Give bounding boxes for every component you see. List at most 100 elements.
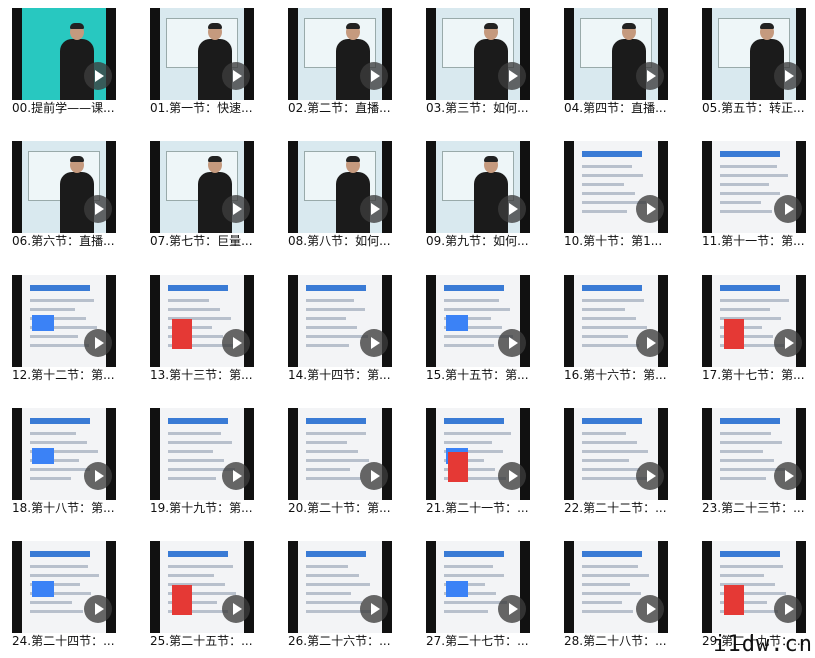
video-thumbnail[interactable] [702, 8, 806, 100]
video-title: 22.第二十二节：... [564, 501, 667, 515]
video-item[interactable]: 25.第二十五节：... [138, 533, 258, 658]
play-icon[interactable] [498, 329, 526, 357]
video-item[interactable]: 08.第八节：如何... [276, 133, 396, 258]
play-icon[interactable] [498, 595, 526, 623]
video-item[interactable]: 10.第十节：第1... [552, 133, 672, 258]
video-item[interactable]: 03.第三节：如何... [414, 0, 534, 125]
play-icon[interactable] [222, 195, 250, 223]
video-item[interactable]: 09.第九节：如何... [414, 133, 534, 258]
play-icon[interactable] [498, 62, 526, 90]
video-item[interactable]: 28.第二十八节：... [552, 533, 672, 658]
play-icon[interactable] [84, 195, 112, 223]
video-thumbnail[interactable] [12, 541, 116, 633]
video-item[interactable]: 01.第一节：快速... [138, 0, 258, 125]
slide-text-line [306, 344, 349, 347]
play-icon[interactable] [84, 62, 112, 90]
video-item[interactable]: 13.第十三节：第... [138, 267, 258, 392]
play-icon[interactable] [636, 195, 664, 223]
play-icon[interactable] [222, 329, 250, 357]
video-thumbnail[interactable] [150, 408, 254, 500]
video-item[interactable]: 24.第二十四节：... [0, 533, 120, 658]
video-item[interactable]: 04.第四节：直播... [552, 0, 672, 125]
video-item[interactable]: 14.第十四节：第... [276, 267, 396, 392]
play-icon[interactable] [360, 329, 388, 357]
play-icon[interactable] [84, 329, 112, 357]
video-item[interactable]: 26.第二十六节：... [276, 533, 396, 658]
video-thumbnail[interactable] [564, 408, 668, 500]
video-title: 05.第五节：转正... [702, 101, 805, 115]
video-thumbnail[interactable] [564, 541, 668, 633]
video-thumbnail[interactable] [426, 275, 530, 367]
video-thumbnail[interactable] [702, 541, 806, 633]
video-thumbnail[interactable] [426, 141, 530, 233]
video-thumbnail[interactable] [288, 275, 392, 367]
play-icon[interactable] [360, 462, 388, 490]
video-thumbnail[interactable] [12, 275, 116, 367]
video-thumbnail[interactable] [426, 541, 530, 633]
video-thumbnail[interactable] [564, 141, 668, 233]
play-icon[interactable] [222, 595, 250, 623]
play-icon[interactable] [360, 62, 388, 90]
video-thumbnail[interactable] [426, 8, 530, 100]
video-item[interactable]: 16.第十六节：第... [552, 267, 672, 392]
video-thumbnail[interactable] [426, 408, 530, 500]
video-item[interactable]: 18.第十八节：第... [0, 400, 120, 525]
video-item[interactable]: 19.第十九节：第... [138, 400, 258, 525]
video-thumbnail[interactable] [12, 8, 116, 100]
video-item[interactable]: 02.第二节：直播... [276, 0, 396, 125]
play-icon[interactable] [84, 462, 112, 490]
play-icon[interactable] [498, 462, 526, 490]
video-item[interactable]: 06.第六节：直播... [0, 133, 120, 258]
video-thumbnail[interactable] [288, 408, 392, 500]
video-thumbnail[interactable] [702, 275, 806, 367]
video-item[interactable]: 07.第七节：巨量... [138, 133, 258, 258]
slide-heading [30, 285, 90, 291]
play-icon[interactable] [222, 462, 250, 490]
video-thumbnail[interactable] [150, 275, 254, 367]
video-thumbnail[interactable] [12, 141, 116, 233]
video-thumbnail[interactable] [150, 8, 254, 100]
play-icon[interactable] [360, 195, 388, 223]
video-item[interactable]: 05.第五节：转正... [690, 0, 810, 125]
play-icon[interactable] [774, 62, 802, 90]
video-item[interactable]: 21.第二十一节：... [414, 400, 534, 525]
slide-heading [168, 418, 228, 424]
video-item[interactable]: 17.第十七节：第... [690, 267, 810, 392]
video-thumbnail[interactable] [564, 8, 668, 100]
slide-text-line [444, 610, 488, 613]
video-item[interactable]: 12.第十二节：第... [0, 267, 120, 392]
video-item[interactable]: 20.第二十节：第... [276, 400, 396, 525]
video-thumbnail[interactable] [288, 541, 392, 633]
play-icon[interactable] [636, 329, 664, 357]
play-icon[interactable] [636, 595, 664, 623]
play-icon[interactable] [774, 329, 802, 357]
video-thumbnail[interactable] [288, 141, 392, 233]
play-icon[interactable] [360, 595, 388, 623]
play-icon[interactable] [774, 595, 802, 623]
slide-text-line [582, 344, 639, 347]
video-item[interactable]: 15.第十五节：第... [414, 267, 534, 392]
video-thumbnail[interactable] [288, 8, 392, 100]
play-icon[interactable] [84, 595, 112, 623]
play-icon[interactable] [636, 462, 664, 490]
presenter [198, 156, 232, 233]
play-icon[interactable] [774, 195, 802, 223]
video-item[interactable]: 27.第二十七节：... [414, 533, 534, 658]
video-thumbnail[interactable] [150, 141, 254, 233]
slide-heading [720, 551, 780, 557]
play-icon[interactable] [636, 62, 664, 90]
video-thumbnail[interactable] [702, 141, 806, 233]
video-item[interactable]: 11.第十一节：第... [690, 133, 810, 258]
video-item[interactable]: 22.第二十二节：... [552, 400, 672, 525]
presenter [474, 23, 508, 100]
play-icon[interactable] [222, 62, 250, 90]
video-item[interactable]: 23.第二十三节：... [690, 400, 810, 525]
video-title: 06.第六节：直播... [12, 234, 115, 248]
play-icon[interactable] [774, 462, 802, 490]
video-thumbnail[interactable] [12, 408, 116, 500]
video-thumbnail[interactable] [564, 275, 668, 367]
play-icon[interactable] [498, 195, 526, 223]
video-thumbnail[interactable] [150, 541, 254, 633]
video-thumbnail[interactable] [702, 408, 806, 500]
video-item[interactable]: 00.提前学——课... [0, 0, 120, 125]
